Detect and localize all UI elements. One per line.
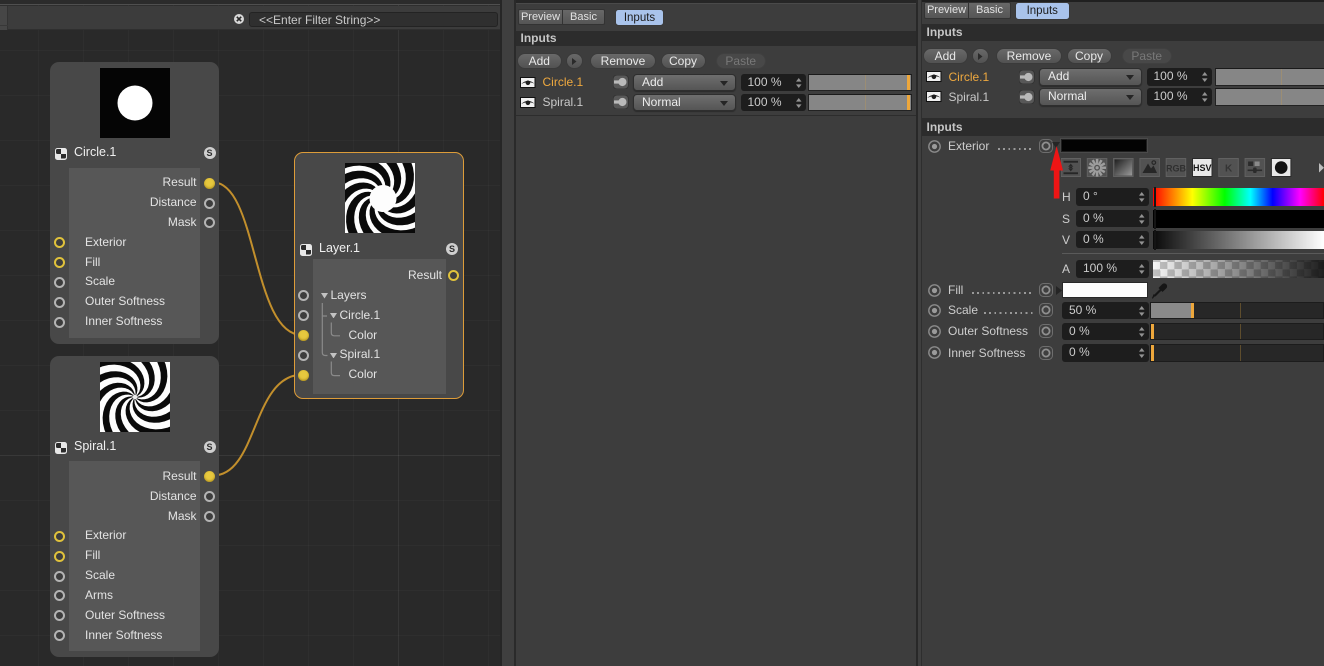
svg-text:RGB: RGB xyxy=(1166,163,1187,173)
svg-text:K: K xyxy=(1224,163,1232,174)
svg-text:HSV: HSV xyxy=(1193,163,1212,173)
